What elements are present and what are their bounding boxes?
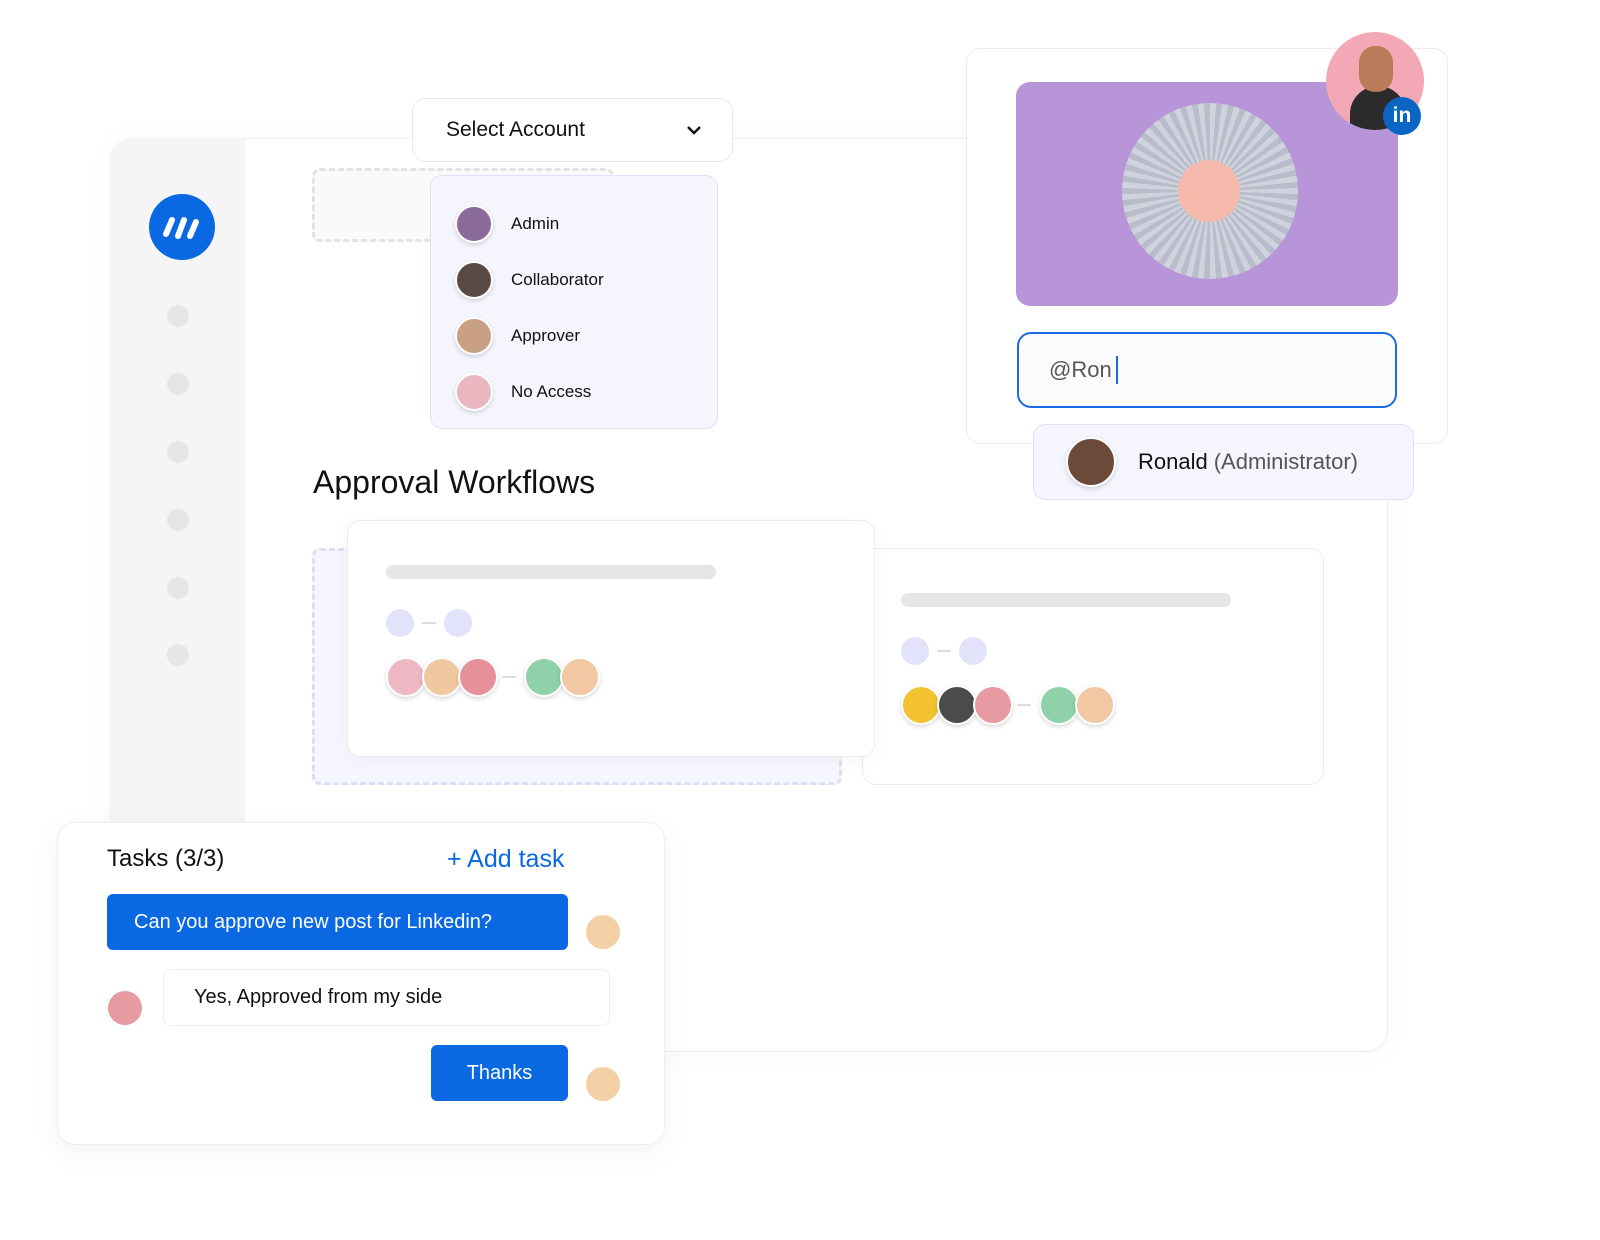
mention-suggestion[interactable]: Ronald (Administrator) <box>1033 424 1414 500</box>
avatar <box>455 261 493 299</box>
sidebar-nav-item[interactable] <box>167 305 189 327</box>
workflow-card[interactable] <box>347 520 875 757</box>
title-placeholder <box>901 593 1231 607</box>
add-task-button[interactable]: + Add task <box>447 845 564 874</box>
avatar <box>586 915 620 949</box>
suggestion-name: Ronald <box>1138 449 1208 474</box>
app-logo[interactable] <box>149 194 215 260</box>
select-account-label: Select Account <box>446 118 585 141</box>
option-admin[interactable]: Admin <box>455 196 693 252</box>
step-indicator <box>386 609 836 637</box>
title-placeholder <box>386 565 716 579</box>
sidebar-nav-item[interactable] <box>167 577 189 599</box>
account-options-menu: Admin Collaborator Approver No Access <box>430 175 718 429</box>
option-label: No Access <box>511 382 592 401</box>
option-collaborator[interactable]: Collaborator <box>455 252 693 308</box>
option-label: Admin <box>511 214 560 233</box>
step-indicator <box>901 637 1285 665</box>
page-title: Approval Workflows <box>313 464 596 500</box>
text-caret <box>1115 356 1118 384</box>
avatar <box>1066 437 1116 487</box>
post-image-flower <box>1178 160 1240 222</box>
task-message[interactable]: Can you approve new post for Linkedin? <box>107 894 568 950</box>
approver-avatars <box>901 685 1285 725</box>
sidebar-nav-item[interactable] <box>167 644 189 666</box>
workflow-card[interactable] <box>862 548 1324 785</box>
option-label: Collaborator <box>511 270 604 289</box>
suggestion-role: (Administrator) <box>1213 449 1358 474</box>
chevron-down-icon <box>687 126 701 135</box>
avatar <box>455 205 493 243</box>
avatar <box>455 317 493 355</box>
avatar <box>586 1067 620 1101</box>
select-account-dropdown[interactable]: Select Account <box>412 98 733 162</box>
logo-icon <box>163 217 199 239</box>
avatar <box>108 991 142 1025</box>
linkedin-icon: in <box>1383 97 1421 135</box>
reply-message: Yes, Approved from my side <box>163 969 610 1026</box>
option-label: Approver <box>511 326 580 345</box>
thanks-message[interactable]: Thanks <box>431 1045 568 1101</box>
option-approver[interactable]: Approver <box>455 308 693 364</box>
mention-input[interactable]: @Ron <box>1017 332 1397 408</box>
sidebar-nav-item[interactable] <box>167 373 189 395</box>
avatar <box>455 373 493 411</box>
sidebar-nav-item[interactable] <box>167 509 189 531</box>
option-no-access[interactable]: No Access <box>455 364 693 420</box>
mention-input-value: @Ron <box>1049 357 1112 382</box>
tasks-title: Tasks (3/3) <box>107 845 225 872</box>
sidebar-nav-item[interactable] <box>167 441 189 463</box>
approver-avatars <box>386 657 836 697</box>
